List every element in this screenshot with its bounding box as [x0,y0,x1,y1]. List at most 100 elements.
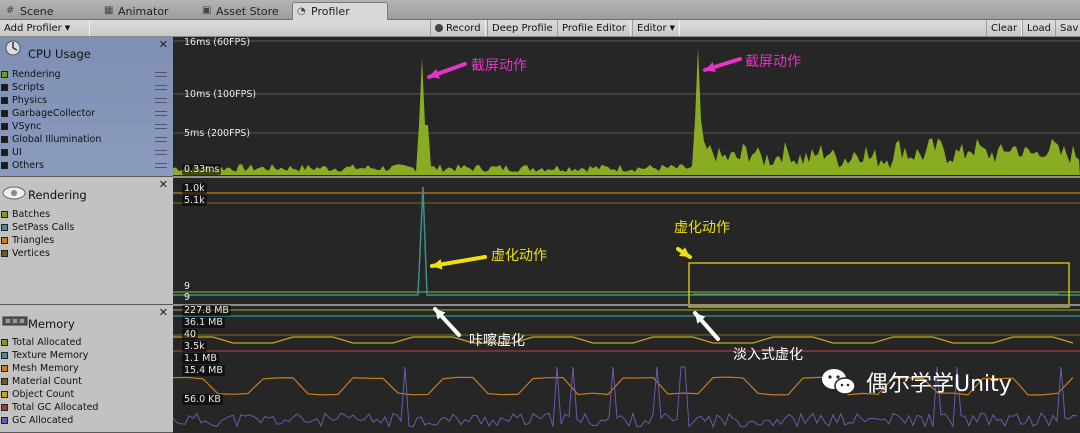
graph-divider[interactable] [173,176,1080,178]
add-profiler-dropdown[interactable]: Add Profiler ▼ [0,20,90,36]
legend-item-triangles[interactable]: Triangles [0,234,173,247]
legend-item-mesh-memory[interactable]: Mesh Memory [0,362,173,375]
legend-item-garbagecollector[interactable]: GarbageCollector [0,107,173,120]
legend-swatch[interactable] [1,391,8,398]
legend-item-material-count[interactable]: Material Count [0,375,173,388]
rendering-value-label: 9 [184,292,191,303]
close-icon[interactable]: ✕ [159,38,168,51]
tab-animator[interactable]: ▦ Animator [100,2,169,20]
drag-handle-icon[interactable] [155,72,167,77]
memory-value-label: 36.1 MB [182,317,225,328]
cpu-scale-label: 16ms (60FPS) [184,37,251,48]
drag-handle-icon[interactable] [155,124,167,129]
legend-swatch[interactable] [1,250,8,257]
legend-item-gc-allocated[interactable]: GC Allocated [0,414,173,427]
legend-label: Total Allocated [12,337,82,348]
legend-swatch[interactable] [1,149,8,156]
tab-profiler[interactable]: ◔ Profiler [292,2,388,20]
legend-item-physics[interactable]: Physics [0,94,173,107]
legend-item-scripts[interactable]: Scripts [0,81,173,94]
legend-item-ui[interactable]: UI [0,146,173,159]
memory-value-label: 40 [182,329,199,340]
legend-item-texture-memory[interactable]: Texture Memory [0,349,173,362]
deep-profile-button[interactable]: Deep Profile [487,20,558,36]
legend-swatch[interactable] [1,84,8,91]
annotation-fade-blur: 淡入式虚化 [733,347,803,363]
store-icon: ▣ [202,5,212,16]
drag-handle-icon[interactable] [155,85,167,90]
memory-value-label: 15.4 MB [182,365,225,376]
graph-divider[interactable] [173,304,1080,306]
legend-swatch[interactable] [1,162,8,169]
legend-swatch[interactable] [1,352,8,359]
annotation-screenshot-1: 截屏动作 [471,58,527,74]
save-button[interactable]: Sav [1055,20,1080,36]
legend-label: GC Allocated [12,415,74,426]
legend-label: Batches [12,209,51,220]
cpu-usage-section[interactable]: CPU Usage ✕ Rendering Scripts Physics Garba… [0,37,173,177]
legend-item-object-count[interactable]: Object Count [0,388,173,401]
tab-asset-store[interactable]: ▣ Asset Store [198,2,279,20]
legend-swatch[interactable] [1,378,8,385]
legend-label: Others [12,160,44,171]
drag-handle-icon[interactable] [155,137,167,142]
close-icon[interactable]: ✕ [159,306,168,319]
legend-swatch[interactable] [1,123,8,130]
profiler-areas-panel: CPU Usage ✕ Rendering Scripts Physics Garba… [0,37,173,433]
legend-swatch[interactable] [1,136,8,143]
legend-swatch[interactable] [1,97,8,104]
record-icon [435,24,443,32]
legend-item-global-illumination[interactable]: Global Illumination [0,133,173,146]
memory-value-label: 3.5k [182,341,207,352]
legend-swatch[interactable] [1,110,8,117]
legend-swatch[interactable] [1,365,8,372]
legend-swatch[interactable] [1,71,8,78]
legend-swatch[interactable] [1,417,8,424]
drag-handle-icon[interactable] [155,163,167,168]
chevron-down-icon: ▼ [669,24,675,32]
legend-label: Material Count [12,376,82,387]
legend-item-total-gc-allocated[interactable]: Total GC Allocated [0,401,173,414]
legend-swatch[interactable] [1,237,8,244]
legend-item-total-allocated[interactable]: Total Allocated [0,336,173,349]
memory-section[interactable]: Memory ✕ Total Allocated Texture Memory Me… [0,305,173,433]
legend-item-setpass-calls[interactable]: SetPass Calls [0,221,173,234]
legend-swatch[interactable] [1,211,8,218]
close-icon[interactable]: ✕ [159,178,168,191]
profile-editor-button[interactable]: Profile Editor [557,20,631,36]
highlight-box [688,262,1070,308]
clear-button[interactable]: Clear [986,20,1023,36]
legend-item-others[interactable]: Others [0,159,173,172]
legend-swatch[interactable] [1,224,8,231]
cpu-icon [2,37,26,57]
legend-swatch[interactable] [1,339,8,346]
memory-value-label: 56.0 KB [182,394,223,405]
annotation-blur-action: 虚化动作 [491,248,547,264]
legend-item-batches[interactable]: Batches [0,208,173,221]
rendering-section[interactable]: Rendering ✕ Batches SetPass Calls Triangle… [0,177,173,305]
window-tab-bar: # Scene ▦ Animator ▣ Asset Store ◔ Profi… [0,0,1080,20]
drag-handle-icon[interactable] [155,150,167,155]
legend-swatch[interactable] [1,404,8,411]
scene-icon: # [6,5,15,16]
editor-target-dropdown[interactable]: Editor ▼ [632,20,680,36]
tab-scene[interactable]: # Scene [2,2,54,20]
legend-item-vertices[interactable]: Vertices [0,247,173,260]
rendering-icon [2,183,26,203]
legend-item-rendering[interactable]: Rendering [0,68,173,81]
legend-label: SetPass Calls [12,222,75,233]
record-button[interactable]: Record [430,20,486,36]
cpu-scale-label: 5ms (200FPS) [184,128,251,139]
memory-value-label: 227.8 MB [182,305,231,316]
legend-label: Global Illumination [12,134,102,145]
section-title: Rendering [28,188,87,202]
cpu-series-list: Rendering Scripts Physics GarbageCollector V… [0,68,173,172]
drag-handle-icon[interactable] [155,98,167,103]
legend-label: VSync [12,121,42,132]
cpu-current-value: 0.33ms [182,164,222,175]
cpu-scale-label: 10ms (100FPS) [184,89,257,100]
legend-item-vsync[interactable]: VSync [0,120,173,133]
annotation-instant-blur: 咔嚓虚化 [469,333,525,349]
load-button[interactable]: Load [1022,20,1056,36]
drag-handle-icon[interactable] [155,111,167,116]
